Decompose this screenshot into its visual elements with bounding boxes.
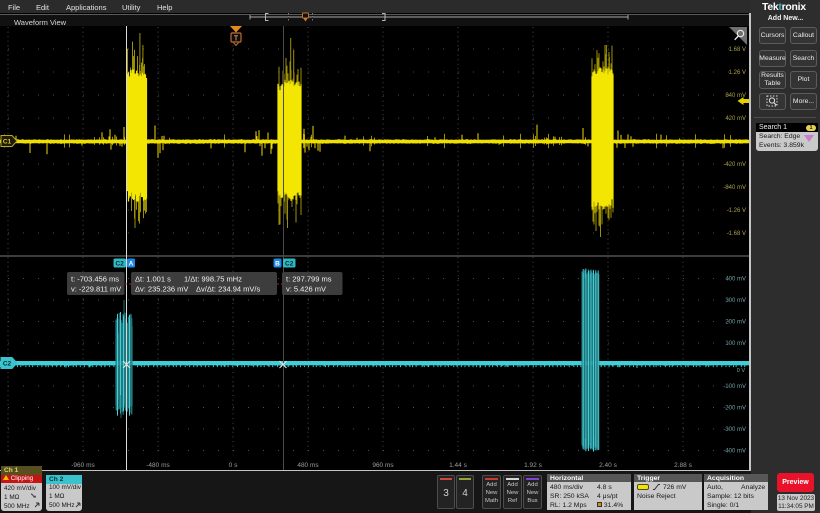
svg-text:400 mV: 400 mV: [725, 277, 746, 283]
svg-text:-1.68 V: -1.68 V: [727, 231, 746, 237]
svg-text:C2: C2: [285, 261, 294, 268]
svg-text:-200 mV: -200 mV: [723, 406, 746, 412]
svg-text:1.44 s: 1.44 s: [449, 462, 467, 469]
svg-text:300 mV: 300 mV: [725, 298, 746, 304]
svg-text:960 ms: 960 ms: [372, 462, 394, 469]
svg-text:840 mV: 840 mV: [725, 93, 746, 99]
svg-text:200 mV: 200 mV: [725, 320, 746, 326]
svg-text:1.68 V: 1.68 V: [729, 47, 746, 53]
svg-text:100 mV: 100 mV: [725, 341, 746, 347]
svg-text:C2: C2: [3, 361, 12, 368]
svg-text:Δv: 235.236 mV: Δv: 235.236 mV: [135, 285, 188, 294]
svg-text:0 V: 0 V: [737, 368, 746, 374]
svg-text:v: 5.426 mV: v: 5.426 mV: [286, 285, 326, 294]
svg-text:C2: C2: [116, 261, 125, 268]
svg-text:480 ms: 480 ms: [297, 462, 319, 469]
svg-text:-300 mV: -300 mV: [723, 427, 746, 433]
svg-text:-100 mV: -100 mV: [723, 384, 746, 390]
svg-text:2.40 s: 2.40 s: [599, 462, 617, 469]
svg-text:-840 mV: -840 mV: [723, 185, 746, 191]
svg-text:B: B: [275, 261, 280, 268]
svg-text:-1.26 V: -1.26 V: [727, 208, 746, 214]
svg-text:t: -703.456 ms: t: -703.456 ms: [71, 275, 119, 284]
svg-text:2.88 s: 2.88 s: [674, 462, 692, 469]
svg-text:1/Δt: 998.75 mHz: 1/Δt: 998.75 mHz: [184, 275, 242, 284]
svg-text:0 s: 0 s: [229, 462, 238, 469]
svg-text:Δv/Δt: 234.94 mV/s: Δv/Δt: 234.94 mV/s: [196, 285, 260, 294]
svg-text:-960 ms: -960 ms: [71, 462, 95, 469]
svg-text:t: 297.799 ms: t: 297.799 ms: [286, 275, 332, 284]
svg-text:T: T: [234, 36, 239, 43]
svg-text:-480 ms: -480 ms: [146, 462, 170, 469]
svg-text:-420 mV: -420 mV: [723, 162, 746, 168]
svg-text:1.92 s: 1.92 s: [524, 462, 542, 469]
svg-text:-400 mV: -400 mV: [723, 449, 746, 455]
svg-text:A: A: [129, 261, 134, 268]
svg-text:Δt: 1.001 s: Δt: 1.001 s: [135, 275, 171, 284]
svg-text:C1: C1: [3, 139, 12, 146]
svg-text:1.26 V: 1.26 V: [729, 70, 746, 76]
svg-text:v: -229.811 mV: v: -229.811 mV: [71, 285, 121, 294]
svg-text:420 mV: 420 mV: [725, 116, 746, 122]
